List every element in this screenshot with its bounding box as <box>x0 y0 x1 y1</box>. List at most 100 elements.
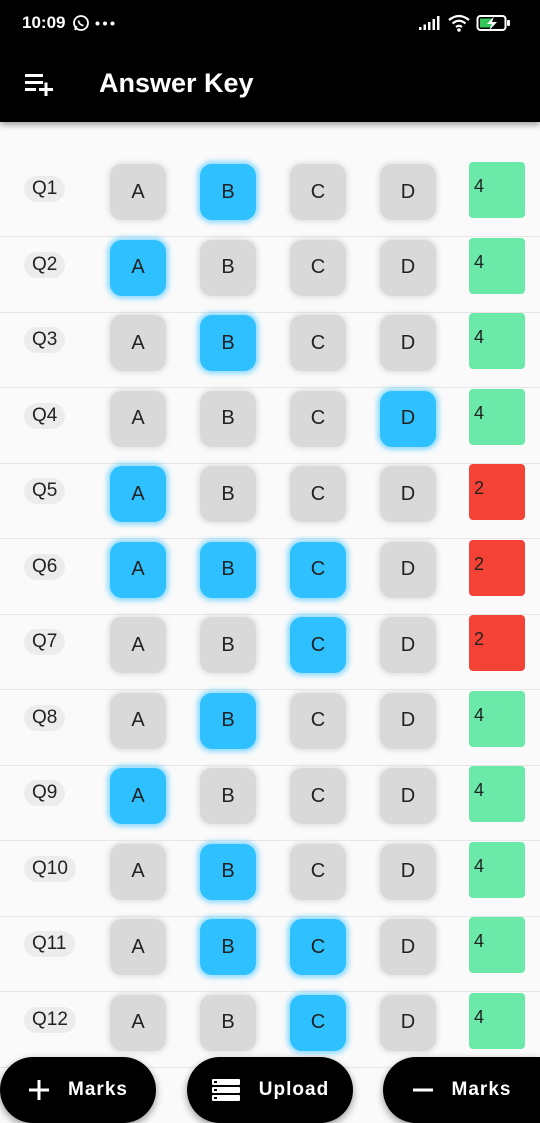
marks-box[interactable]: 2 <box>469 539 525 596</box>
question-row: Q4 A B C D 4 <box>0 388 540 464</box>
option-b-button[interactable]: B <box>200 390 256 447</box>
marks-box[interactable]: 4 <box>469 237 525 294</box>
option-d-button[interactable]: D <box>380 692 436 749</box>
status-time: 10:09 <box>22 13 66 32</box>
question-label: Q10 <box>24 855 76 882</box>
marks-box[interactable]: 4 <box>469 917 525 973</box>
question-label: Q4 <box>24 402 66 429</box>
option-b-button[interactable]: B <box>200 768 256 824</box>
question-row: Q7 A B C D 2 <box>0 615 540 690</box>
option-d-button[interactable]: D <box>380 390 436 447</box>
question-label: Q2 <box>24 251 66 278</box>
option-d-button[interactable]: D <box>380 315 436 371</box>
option-a-button[interactable]: A <box>110 617 166 673</box>
option-b-button[interactable]: B <box>200 692 256 749</box>
option-d-button[interactable]: D <box>380 164 436 220</box>
status-bar: 10:09 <box>0 0 540 46</box>
page-title: Answer Key <box>99 68 254 98</box>
subtract-marks-button[interactable]: Marks <box>383 1057 540 1123</box>
question-label: Q8 <box>24 704 66 731</box>
option-c-button[interactable]: C <box>290 768 346 824</box>
marks-box[interactable]: 4 <box>469 162 525 218</box>
marks-box[interactable]: 4 <box>469 841 525 898</box>
option-a-button[interactable]: A <box>110 843 166 900</box>
option-a-button[interactable]: A <box>110 466 166 522</box>
question-label: Q3 <box>24 327 66 353</box>
option-b-button[interactable]: B <box>200 315 256 371</box>
add-marks-label: Marks <box>68 1079 128 1100</box>
option-a-button[interactable]: A <box>110 994 166 1051</box>
option-c-button[interactable]: C <box>290 919 346 975</box>
question-label: Q12 <box>24 1006 76 1033</box>
option-b-button[interactable]: B <box>200 466 256 522</box>
marks-box[interactable]: 2 <box>469 615 525 671</box>
marks-box[interactable]: 4 <box>469 313 525 369</box>
option-c-button[interactable]: C <box>290 843 346 900</box>
question-row: Q5 A B C D 2 <box>0 464 540 539</box>
option-c-button[interactable]: C <box>290 239 346 296</box>
whatsapp-icon <box>73 15 89 31</box>
playlist-add-icon[interactable] <box>24 72 54 96</box>
option-d-button[interactable]: D <box>380 843 436 900</box>
option-b-button[interactable]: B <box>200 239 256 296</box>
app-bar: Answer Key <box>0 46 540 122</box>
question-row: Q3 A B C D 4 <box>0 313 540 388</box>
marks-box[interactable]: 4 <box>469 690 525 747</box>
option-b-button[interactable]: B <box>200 994 256 1051</box>
question-label: Q7 <box>24 629 66 655</box>
plus-icon <box>28 1079 50 1101</box>
option-c-button[interactable]: C <box>290 541 346 598</box>
option-d-button[interactable]: D <box>380 239 436 296</box>
question-label: Q6 <box>24 553 66 580</box>
option-a-button[interactable]: A <box>110 315 166 371</box>
add-marks-button[interactable]: Marks <box>0 1057 156 1123</box>
option-c-button[interactable]: C <box>290 994 346 1051</box>
option-c-button[interactable]: C <box>290 164 346 220</box>
question-row: Q1 A B C D 4 <box>0 162 540 237</box>
option-d-button[interactable]: D <box>380 768 436 824</box>
option-a-button[interactable]: A <box>110 541 166 598</box>
question-label: Q5 <box>24 478 66 504</box>
question-list[interactable]: Q1 A B C D 4 Q2 A B C D 4 Q3 A B C D 4 Q4 A B C D 4 Q5 A B C D 2 Q6 A B C… <box>0 124 540 1123</box>
marks-box[interactable]: 4 <box>469 388 525 445</box>
question-row: Q9 A B C D 4 <box>0 766 540 841</box>
option-b-button[interactable]: B <box>200 919 256 975</box>
upload-label: Upload <box>258 1079 330 1100</box>
marks-box[interactable]: 4 <box>469 766 525 822</box>
option-d-button[interactable]: D <box>380 541 436 598</box>
upload-button[interactable]: Upload <box>187 1057 353 1123</box>
option-a-button[interactable]: A <box>110 164 166 220</box>
option-b-button[interactable]: B <box>200 843 256 900</box>
option-b-button[interactable]: B <box>200 541 256 598</box>
signal-icon <box>419 16 440 30</box>
option-d-button[interactable]: D <box>380 466 436 522</box>
option-d-button[interactable]: D <box>380 994 436 1051</box>
option-b-button[interactable]: B <box>200 164 256 220</box>
option-a-button[interactable]: A <box>110 919 166 975</box>
option-b-button[interactable]: B <box>200 617 256 673</box>
battery-charging-icon <box>476 15 510 31</box>
option-c-button[interactable]: C <box>290 466 346 522</box>
minus-icon <box>412 1079 434 1101</box>
question-row: Q10 A B C D 4 <box>0 841 540 917</box>
option-c-button[interactable]: C <box>290 315 346 371</box>
question-row: Q11 A B C D 4 <box>0 917 540 992</box>
marks-box[interactable]: 2 <box>469 464 525 520</box>
option-a-button[interactable]: A <box>110 239 166 296</box>
subtract-marks-label: Marks <box>451 1079 512 1100</box>
question-label: Q1 <box>24 176 66 202</box>
storage-list-icon <box>211 1078 241 1102</box>
option-c-button[interactable]: C <box>290 617 346 673</box>
marks-box[interactable]: 4 <box>469 992 525 1049</box>
question-label: Q9 <box>24 780 66 806</box>
option-d-button[interactable]: D <box>380 617 436 673</box>
option-c-button[interactable]: C <box>290 390 346 447</box>
question-row: Q2 A B C D 4 <box>0 237 540 313</box>
option-a-button[interactable]: A <box>110 692 166 749</box>
option-a-button[interactable]: A <box>110 768 166 824</box>
question-label: Q11 <box>24 931 75 957</box>
option-a-button[interactable]: A <box>110 390 166 447</box>
option-d-button[interactable]: D <box>380 919 436 975</box>
option-c-button[interactable]: C <box>290 692 346 749</box>
more-notifications-icon <box>95 21 115 26</box>
